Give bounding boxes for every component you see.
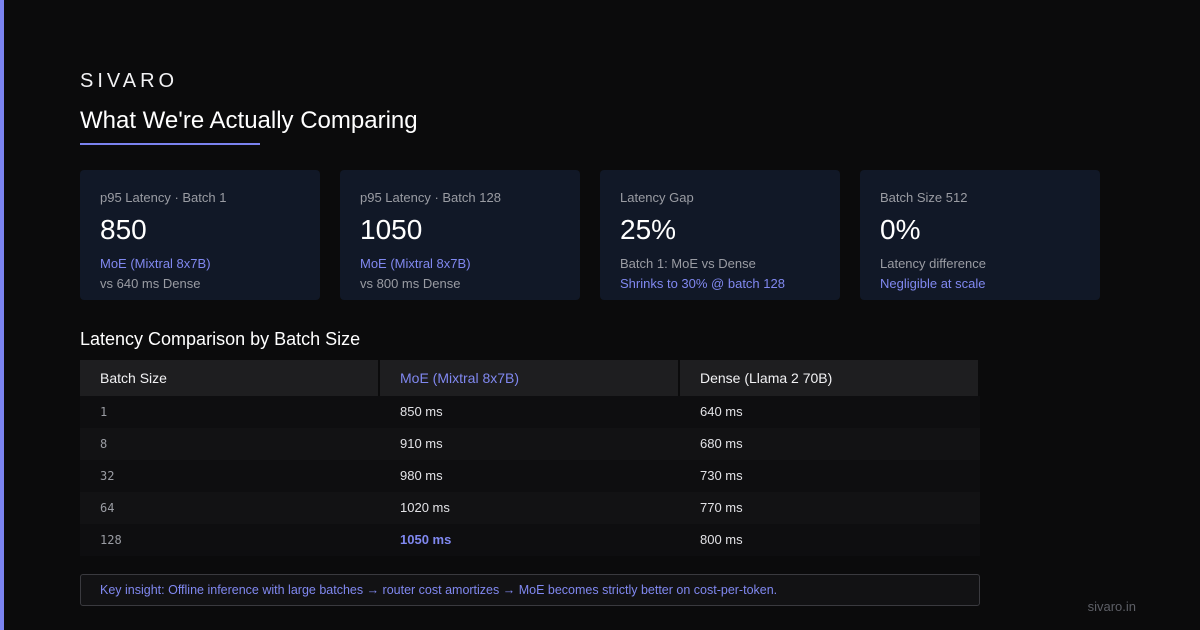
card-label: Latency Gap: [620, 190, 694, 205]
card-note: vs 640 ms Dense: [100, 276, 201, 291]
key-insight-text: Key insight: Offline inference with larg…: [100, 583, 778, 597]
slide: SIVARO What We're Actually Comparing p95…: [0, 0, 1200, 630]
card-value: 1050: [360, 214, 423, 245]
cell-moe-latency: 910 ms: [400, 436, 443, 451]
table-row: 8 910 ms 680 ms: [80, 428, 980, 460]
table-row: 64 1020 ms 770 ms: [80, 492, 980, 524]
title-underline: [80, 143, 260, 145]
card-subtitle: Latency difference: [880, 256, 986, 271]
cell-dense-latency: 730 ms: [700, 468, 743, 483]
cell-batch-size: 128: [100, 533, 122, 547]
cell-moe-latency: 1050 ms: [400, 532, 452, 547]
table-header: Batch Size MoE (Mixtral 8x7B) Dense (Lla…: [80, 360, 980, 396]
card-label: p95 Latency · Batch 128: [360, 190, 501, 205]
card-value: 25%: [620, 214, 677, 245]
cell-moe-latency: 980 ms: [400, 468, 443, 483]
page-title: What We're Actually Comparing: [80, 107, 418, 134]
stat-card-batch1: p95 Latency · Batch 1 850 MoE (Mixtral 8…: [80, 170, 320, 300]
cell-batch-size: 1: [100, 405, 108, 419]
cell-dense-latency: 680 ms: [700, 436, 743, 451]
table-body: 1 850 ms 640 ms 8 910 ms 680 ms 32 980 m…: [80, 396, 980, 556]
card-note: Negligible at scale: [880, 276, 986, 291]
stat-card-batch128: p95 Latency · Batch 128 1050 MoE (Mixtra…: [340, 170, 580, 300]
column-header-moe: MoE (Mixtral 8x7B): [380, 360, 678, 396]
card-value: 0%: [880, 214, 921, 245]
table-row: 32 980 ms 730 ms: [80, 460, 980, 492]
cell-moe-latency: 850 ms: [400, 404, 443, 419]
brand-logo: SIVARO: [80, 70, 179, 92]
card-label: p95 Latency · Batch 1: [100, 190, 227, 205]
card-label: Batch Size 512: [880, 190, 968, 205]
stat-card-latency-gap: Latency Gap 25% Batch 1: MoE vs Dense Sh…: [600, 170, 840, 300]
column-header-batch-size: Batch Size: [80, 360, 378, 396]
footer-url: sivaro.in: [1087, 599, 1136, 614]
card-subtitle: MoE (Mixtral 8x7B): [100, 256, 211, 271]
cell-batch-size: 64: [100, 501, 115, 515]
latency-table: Batch Size MoE (Mixtral 8x7B) Dense (Lla…: [80, 360, 980, 556]
section-title: Latency Comparison by Batch Size: [80, 329, 361, 349]
left-accent-bar: [0, 0, 4, 630]
card-note: Shrinks to 30% @ batch 128: [620, 276, 785, 291]
cell-dense-latency: 640 ms: [700, 404, 743, 419]
table-row: 1 850 ms 640 ms: [80, 396, 980, 428]
card-subtitle: MoE (Mixtral 8x7B): [360, 256, 471, 271]
cell-moe-latency: 1020 ms: [400, 500, 450, 515]
stat-cards: p95 Latency · Batch 1 850 MoE (Mixtral 8…: [80, 170, 1100, 300]
key-insight-box: Key insight: Offline inference with larg…: [80, 574, 980, 606]
cell-batch-size: 32: [100, 469, 115, 483]
table-row-highlighted: 128 1050 ms 800 ms: [80, 524, 980, 556]
cell-dense-latency: 770 ms: [700, 500, 743, 515]
cell-dense-latency: 800 ms: [700, 532, 743, 547]
card-subtitle: Batch 1: MoE vs Dense: [620, 256, 756, 271]
card-note: vs 800 ms Dense: [360, 276, 461, 291]
stat-card-batch512: Batch Size 512 0% Latency difference Neg…: [860, 170, 1100, 300]
cell-batch-size: 8: [100, 437, 108, 451]
column-header-dense: Dense (Llama 2 70B): [680, 360, 978, 396]
card-value: 850: [100, 214, 147, 245]
